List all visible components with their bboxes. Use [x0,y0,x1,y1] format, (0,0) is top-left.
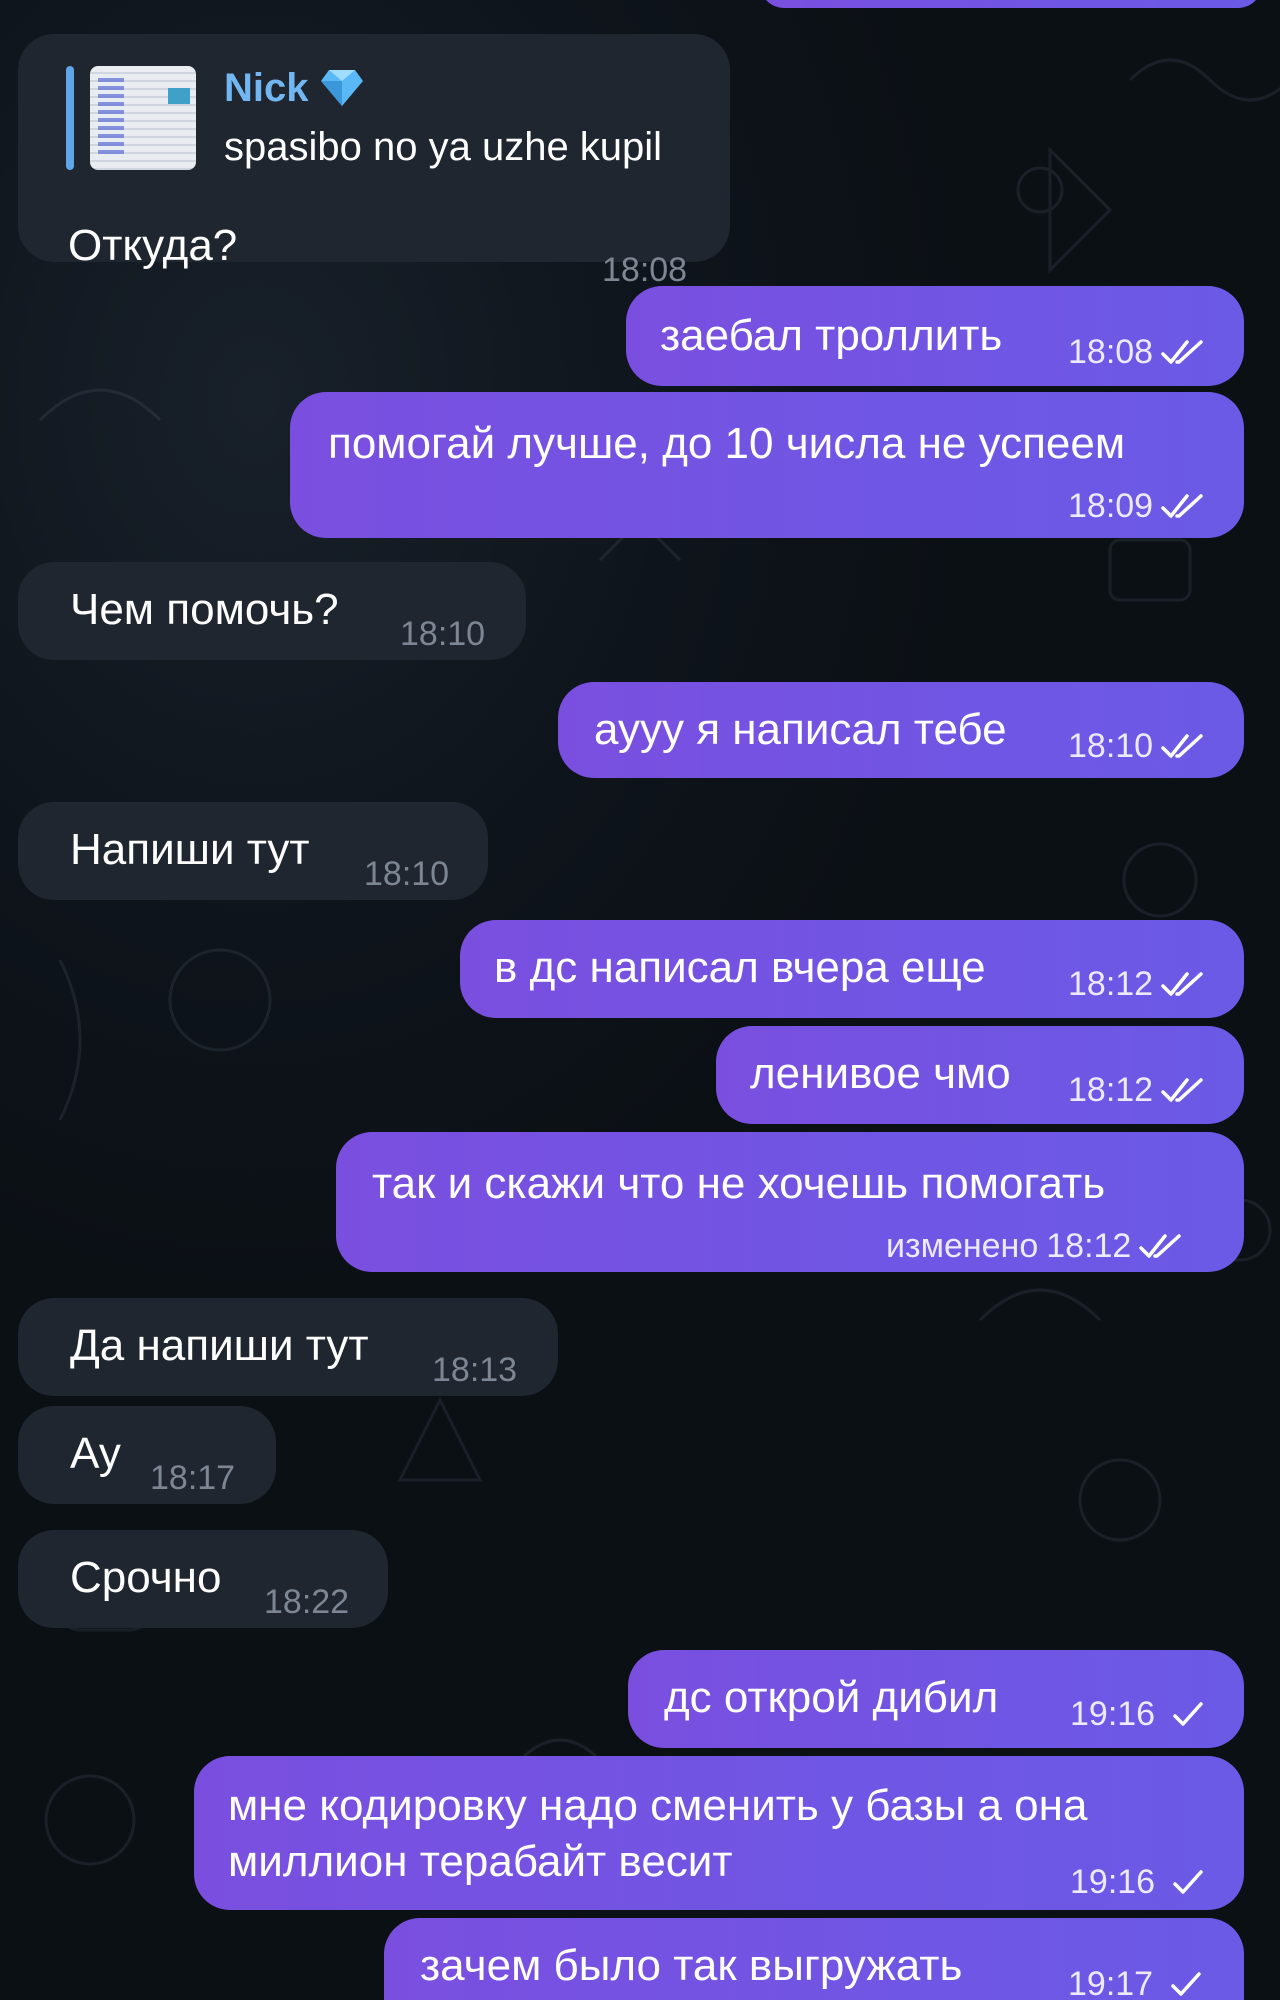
reply-quote-bar [66,66,74,170]
message-text: дс открой дибил [664,1673,999,1722]
message-meta: 19:16 [1070,1854,1211,1910]
incoming-message[interactable]: Срочно 18:22 [18,1530,388,1628]
chat-background: Nick spasibo no ya uzhe kupil Откуда? 18… [0,0,1280,2000]
message-meta: изменено 18:12 [886,1218,1187,1274]
message-time: 18:10 [1068,727,1154,765]
message-meta: 18:10 [364,846,449,902]
message-meta: 19:17 [1068,1956,1209,2000]
reply-author[interactable]: Nick [224,64,365,112]
message-meta: 18:10 [400,606,485,662]
message-meta: 18:12 [1068,956,1209,1012]
message-text: Откуда? [68,221,238,270]
outgoing-message[interactable]: заебал троллить 18:08 [626,286,1244,386]
message-meta: 18:22 [264,1574,349,1630]
message-text: помогай лучше, до 10 числа не успеем [328,419,1126,468]
message-text: Чем помочь? [70,585,339,634]
message-text: заебал троллить [660,311,1003,360]
message-text: зачем было так выгружать [420,1941,963,1990]
double-check-icon [1161,734,1203,758]
message-time: 18:09 [1068,487,1154,525]
message-text: Срочно [70,1553,222,1602]
single-check-icon [1173,1870,1203,1894]
message-text: Да напиши тут [70,1321,369,1370]
message-meta: 18:17 [150,1450,235,1506]
outgoing-message[interactable]: ленивое чмо 18:12 [716,1026,1244,1124]
reply-author-name: Nick [224,66,309,110]
message-meta: 19:16 [1070,1686,1211,1742]
partial-outgoing-message[interactable] [760,0,1262,8]
message-time: 18:12 [1068,965,1154,1003]
message-time: 19:16 [1070,1863,1156,1901]
message-time: 18:12 [1046,1227,1132,1265]
message-text: ленивое чмо [750,1049,1011,1098]
outgoing-message[interactable]: в дс написал вчера еще 18:12 [460,920,1244,1018]
incoming-reply-message[interactable]: Nick spasibo no ya uzhe kupil Откуда? 18… [18,34,730,289]
message-time: 18:17 [150,1459,236,1497]
double-check-icon [1161,494,1203,518]
message-text: в дс написал вчера еще [494,943,986,992]
message-text: Напиши тут [70,825,310,874]
double-check-icon [1161,1078,1203,1102]
message-text-line-1: мне кодировку надо сменить у базы а она [228,1781,1088,1830]
message-meta: 18:09 [1068,478,1209,534]
edited-label: изменено [886,1227,1039,1265]
message-time: 19:17 [1068,1965,1154,2000]
message-meta: 18:10 [1068,718,1209,774]
incoming-message[interactable]: Напиши тут 18:10 [18,802,488,900]
outgoing-message[interactable]: аууу я написал тебе 18:10 [558,682,1244,778]
outgoing-message[interactable]: зачем было так выгружать 19:17 [384,1918,1244,2000]
message-text-line-2: миллион терабайт весит [228,1837,733,1886]
message-meta: 18:08 [1068,324,1209,380]
double-check-icon [1161,340,1203,364]
message-time: 18:22 [264,1583,350,1621]
incoming-message[interactable]: Ау 18:17 [18,1406,276,1504]
outgoing-message[interactable]: помогай лучше, до 10 числа не успеем 18:… [290,392,1244,538]
message-text: аууу я написал тебе [594,705,1007,754]
single-check-icon [1173,1702,1203,1726]
outgoing-message[interactable]: так и скажи что не хочешь помогать измен… [336,1132,1244,1272]
incoming-message[interactable]: Чем помочь? 18:10 [18,562,526,660]
message-meta: 18:12 [1068,1062,1209,1118]
double-check-icon [1161,972,1203,996]
incoming-message[interactable]: Да напиши тут 18:13 [18,1298,558,1396]
message-text: так и скажи что не хочешь помогать [372,1159,1106,1208]
outgoing-message[interactable]: мне кодировку надо сменить у базы а она … [194,1756,1244,1910]
message-text: Ау [70,1429,121,1478]
message-meta: 18:13 [432,1342,517,1398]
message-time: 18:08 [1068,333,1154,371]
single-check-icon [1171,1972,1201,1996]
message-time: 18:13 [432,1351,518,1389]
message-time: 18:12 [1068,1071,1154,1109]
reply-thumbnail-image [90,66,196,170]
double-check-icon [1139,1234,1182,1258]
outgoing-message[interactable]: дс открой дибил 19:16 [628,1650,1244,1748]
message-time: 18:10 [400,615,486,653]
message-time: 18:10 [364,855,450,893]
diamond-icon [320,70,363,106]
message-time: 19:16 [1070,1695,1156,1733]
reply-quoted-text: spasibo no ya uzhe kupil [224,125,663,169]
